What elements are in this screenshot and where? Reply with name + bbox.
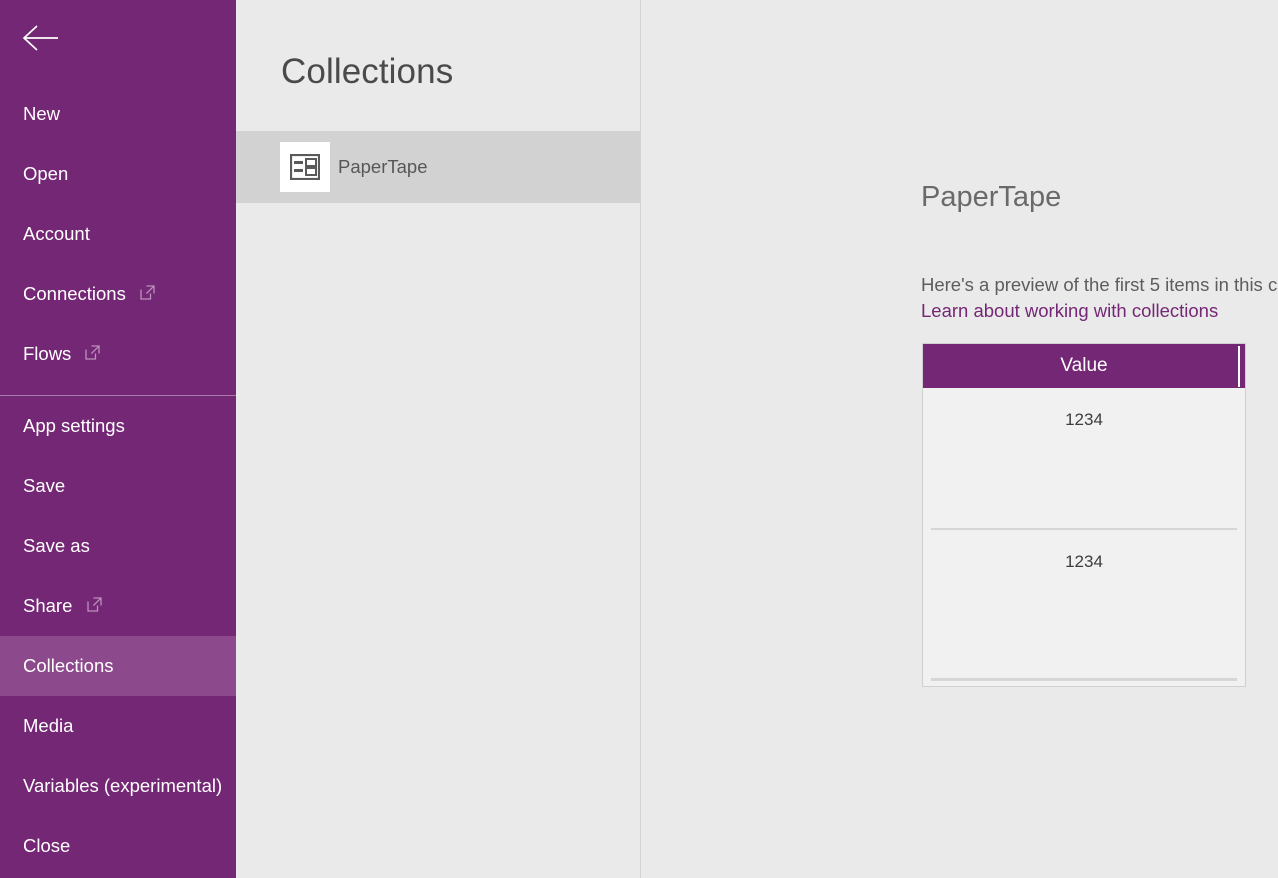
sidebar-item-open[interactable]: Open [0,144,236,204]
sidebar-item-label: Flows [23,343,71,364]
back-button[interactable] [0,0,236,76]
collection-preview-table[interactable]: Value 1234 1234 [922,343,1246,687]
learn-about-collections-link[interactable]: Learn about working with collections [921,300,1218,322]
sidebar-item-label: Variables (experimental) [23,775,222,796]
row-separator [931,678,1237,681]
sidebar-item-label: Save [23,475,65,496]
page-title: Collections [281,52,453,92]
external-link-icon [140,264,155,324]
sidebar-item-label: App settings [23,415,125,436]
back-arrow-icon [22,22,60,54]
column-resize-handle[interactable] [1238,346,1240,387]
sidebar-item-list: New Open Account Connections Flows [0,84,236,876]
collection-detail-panel: PaperTape Here's a preview of the first … [641,0,1278,878]
collections-list-panel: PaperTape [236,131,640,878]
table-row[interactable]: 1234 [923,388,1245,530]
sidebar-item-save[interactable]: Save [0,456,236,516]
external-link-icon [87,576,102,636]
sidebar-item-save-as[interactable]: Save as [0,516,236,576]
sidebar-item-connections[interactable]: Connections [0,264,236,324]
sidebar-item-app-settings[interactable]: App settings [0,396,236,456]
cell-value: 1234 [1065,410,1103,429]
sidebar-item-label: Connections [23,283,126,304]
sidebar-item-label: New [23,103,60,124]
list-item[interactable]: PaperTape [236,131,640,203]
column-header-value: Value [1060,355,1107,377]
sidebar-item-collections[interactable]: Collections [0,636,236,696]
collection-table-icon [280,142,330,192]
sidebar-item-label: Open [23,163,68,184]
sidebar-item-media[interactable]: Media [0,696,236,756]
preview-note: Here's a preview of the first 5 items in… [921,274,1278,296]
sidebar-item-account[interactable]: Account [0,204,236,264]
table-row[interactable]: 1234 [923,530,1245,672]
sidebar-item-variables[interactable]: Variables (experimental) [0,756,236,816]
sidebar-item-label: Save as [23,535,90,556]
sidebar-item-new[interactable]: New [0,84,236,144]
sidebar-item-label: Close [23,835,70,856]
external-link-icon [85,324,100,384]
sidebar-item-share[interactable]: Share [0,576,236,636]
sidebar-item-close[interactable]: Close [0,816,236,876]
sidebar-item-label: Account [23,223,90,244]
sidebar-item-label: Collections [23,655,114,676]
detail-title: PaperTape [921,181,1061,214]
sidebar-spacer [0,384,236,395]
sidebar-item-label: Media [23,715,73,736]
list-item-label: PaperTape [338,131,427,203]
sidebar-item-flows[interactable]: Flows [0,324,236,384]
main-content: Collections PaperTape PaperTape Here's a… [236,0,1278,878]
sidebar-navigation: New Open Account Connections Flows [0,0,236,878]
cell-value: 1234 [1065,552,1103,571]
sidebar-item-label: Share [23,595,72,616]
table-header-row: Value [923,344,1245,388]
